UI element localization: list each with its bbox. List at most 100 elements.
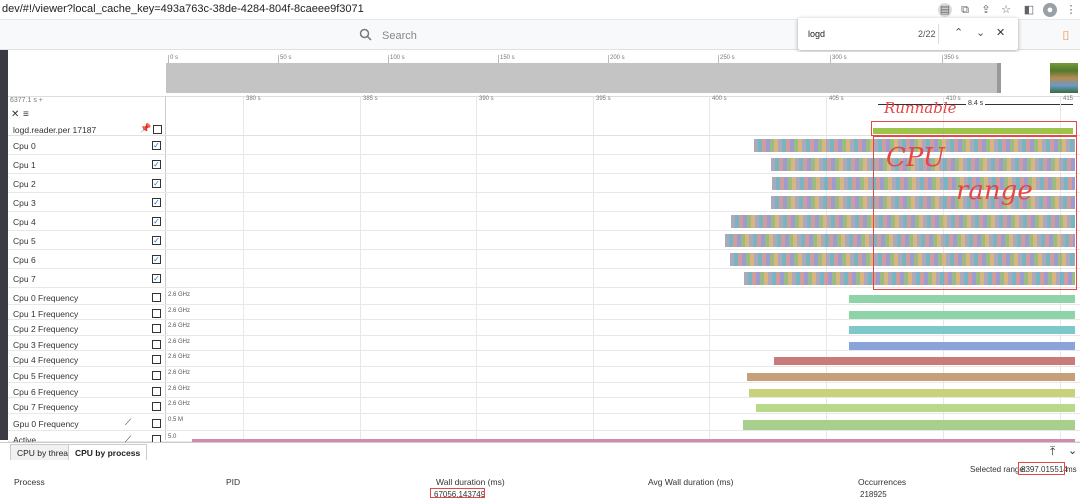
cpu-frequency-label: Cpu 7 Frequency bbox=[13, 402, 79, 413]
column-process[interactable]: Process bbox=[14, 477, 45, 487]
runnable-annotation-box bbox=[871, 121, 1077, 136]
browser-url-bar: dev/#!/viewer?local_cache_key=493a763c-3… bbox=[0, 0, 1080, 20]
cpu-track-checkbox[interactable]: ✓ bbox=[152, 255, 161, 264]
cpu-frequency-band[interactable] bbox=[756, 404, 1075, 413]
column-pid[interactable]: PID bbox=[226, 477, 240, 487]
cpu-frequency-scale: 2.6 GHz bbox=[168, 385, 191, 392]
overview-tick-label: 250 s bbox=[720, 55, 735, 61]
overview-window[interactable] bbox=[166, 63, 1000, 93]
filter-list-icon[interactable]: ≡ bbox=[23, 109, 29, 120]
profile-avatar-icon[interactable]: ● bbox=[1043, 3, 1057, 17]
reader-icon[interactable]: ▤ bbox=[938, 3, 952, 17]
timeline-tick-label: 390 s bbox=[479, 96, 494, 102]
overview-tick-label: 50 s bbox=[280, 55, 292, 61]
cpu-frequency-band[interactable] bbox=[849, 341, 1075, 350]
cpu-frequency-checkbox[interactable] bbox=[152, 324, 161, 334]
cpu-frequency-scale: 2.6 GHz bbox=[168, 292, 191, 298]
url-text[interactable]: dev/#!/viewer?local_cache_key=493a763c-3… bbox=[2, 3, 364, 15]
cpu-track-label: Cpu 2 bbox=[13, 179, 36, 189]
selected-range-annotation bbox=[1018, 462, 1065, 475]
menu-dots-icon[interactable]: ⋮ bbox=[1064, 3, 1078, 17]
side-panel-icon[interactable]: ◧ bbox=[1022, 3, 1036, 17]
cpu-track-label: Cpu 3 bbox=[13, 198, 36, 208]
gpu-frequency-checkbox[interactable] bbox=[152, 419, 161, 428]
cpu-frequency-checkbox[interactable] bbox=[152, 371, 161, 380]
cpu-frequency-band[interactable] bbox=[747, 373, 1075, 381]
share-icon[interactable]: ⇪ bbox=[979, 3, 993, 17]
cpu-frequency-label: Cpu 0 Frequency bbox=[13, 293, 79, 303]
feedback-icon[interactable]: ⌷ bbox=[1062, 28, 1070, 44]
find-input[interactable]: logd bbox=[808, 29, 825, 39]
cpu-track-checkbox[interactable]: ✓ bbox=[152, 179, 161, 188]
cpu-frequency-band[interactable] bbox=[849, 326, 1075, 335]
left-sidebar-strip bbox=[0, 50, 8, 440]
collapse-panel-icon[interactable]: ⌄ bbox=[1068, 444, 1077, 457]
overview-tick-label: 150 s bbox=[500, 55, 515, 61]
overview-tick bbox=[388, 55, 389, 63]
cpu-frequency-scale: 2.6 GHz bbox=[168, 401, 191, 408]
cpu-track-label: Cpu 1 bbox=[13, 160, 36, 170]
cpu-frequency-checkbox[interactable] bbox=[152, 355, 161, 365]
bookmark-star-icon[interactable]: ☆ bbox=[999, 3, 1013, 17]
cpu-track-checkbox[interactable]: ✓ bbox=[152, 198, 161, 207]
cpu-frequency-checkbox[interactable] bbox=[152, 293, 161, 302]
cpu-frequency-band[interactable] bbox=[849, 310, 1075, 319]
cpu-track-checkbox[interactable]: ✓ bbox=[152, 141, 161, 150]
process-checkbox[interactable] bbox=[153, 125, 162, 134]
overview-tick bbox=[942, 55, 943, 63]
cpu-track-checkbox[interactable]: ✓ bbox=[152, 217, 161, 226]
overview-tick bbox=[498, 55, 499, 63]
cpu-frequency-checkbox[interactable] bbox=[152, 386, 161, 396]
gpu-frequency-band[interactable] bbox=[743, 420, 1075, 430]
details-panel bbox=[0, 442, 1080, 497]
pin-panel-icon[interactable]: ⤒ bbox=[1050, 444, 1055, 459]
cpu-track-label: Cpu 4 bbox=[13, 217, 36, 227]
timeline-tick-label: 405 s bbox=[829, 96, 844, 102]
column-occurrences[interactable]: Occurrences bbox=[858, 477, 906, 487]
cpu-frequency-band[interactable] bbox=[749, 388, 1075, 397]
column-avg-wall-duration[interactable]: Avg Wall duration (ms) bbox=[648, 477, 734, 487]
translate-icon[interactable]: ⧉ bbox=[958, 3, 972, 17]
cpu-frequency-band[interactable] bbox=[849, 295, 1075, 303]
find-close-icon[interactable]: ✕ bbox=[996, 26, 1005, 39]
cpu-frequency-scale: 2.6 GHz bbox=[168, 323, 191, 330]
collapse-all-icon[interactable]: ✕ bbox=[11, 109, 19, 120]
active-scale: 5.0 bbox=[168, 434, 177, 440]
timeline-tick-label: 415 bbox=[1063, 96, 1074, 102]
find-count: 2/22 bbox=[918, 29, 936, 39]
gpu-frequency-label: Gpu 0 Frequency bbox=[13, 419, 79, 429]
find-prev-icon[interactable]: ⌃ bbox=[954, 26, 963, 39]
cpu-frequency-scale: 2.6 GHz bbox=[168, 338, 191, 345]
range-annotation-text: range bbox=[956, 176, 1033, 206]
gpu-chart-icon[interactable]: ⟋ bbox=[125, 417, 131, 428]
occurrences-value: 218925 bbox=[860, 490, 887, 499]
cpu-frequency-label: Cpu 6 Frequency bbox=[13, 386, 79, 397]
cpu-track-checkbox[interactable]: ✓ bbox=[152, 274, 161, 283]
pin-icon[interactable]: 📌 bbox=[140, 123, 151, 134]
overview-tick bbox=[168, 55, 169, 63]
cpu-frequency-checkbox[interactable] bbox=[152, 308, 161, 318]
cpu-frequency-checkbox[interactable] bbox=[152, 402, 161, 412]
tab-cpu-by-process[interactable]: CPU by process bbox=[68, 444, 148, 460]
cpu-track-checkbox[interactable]: ✓ bbox=[152, 160, 161, 169]
cpu-frequency-label: Cpu 2 Frequency bbox=[13, 324, 79, 335]
cpu-frequency-band[interactable] bbox=[774, 357, 1075, 366]
find-next-icon[interactable]: ⌄ bbox=[976, 26, 985, 39]
overview-tick-label: 200 s bbox=[610, 55, 625, 61]
overview-tick bbox=[718, 55, 719, 63]
search-input[interactable]: Search bbox=[382, 30, 417, 42]
process-header-label: logd.reader.per 17187 bbox=[13, 125, 97, 135]
gpu-frequency-scale: 0.5 M bbox=[168, 417, 184, 423]
cpu-frequency-scale: 2.6 GHz bbox=[168, 354, 191, 361]
overview-tick-label: 350 s bbox=[944, 55, 959, 61]
cpu-frequency-checkbox[interactable] bbox=[152, 339, 161, 349]
overview-window-handle[interactable] bbox=[997, 63, 1001, 93]
cpu-track-checkbox[interactable]: ✓ bbox=[152, 236, 161, 245]
column-wall-duration[interactable]: Wall duration (ms) bbox=[436, 477, 505, 487]
timeline-tick-label: 400 s bbox=[712, 96, 727, 102]
overview-tick bbox=[278, 55, 279, 63]
cpu-frequency-label: Cpu 4 Frequency bbox=[13, 355, 79, 366]
find-divider bbox=[938, 24, 939, 44]
overview-tick-label: 0 s bbox=[170, 55, 179, 61]
cpu-frequency-label: Cpu 5 Frequency bbox=[13, 371, 79, 381]
